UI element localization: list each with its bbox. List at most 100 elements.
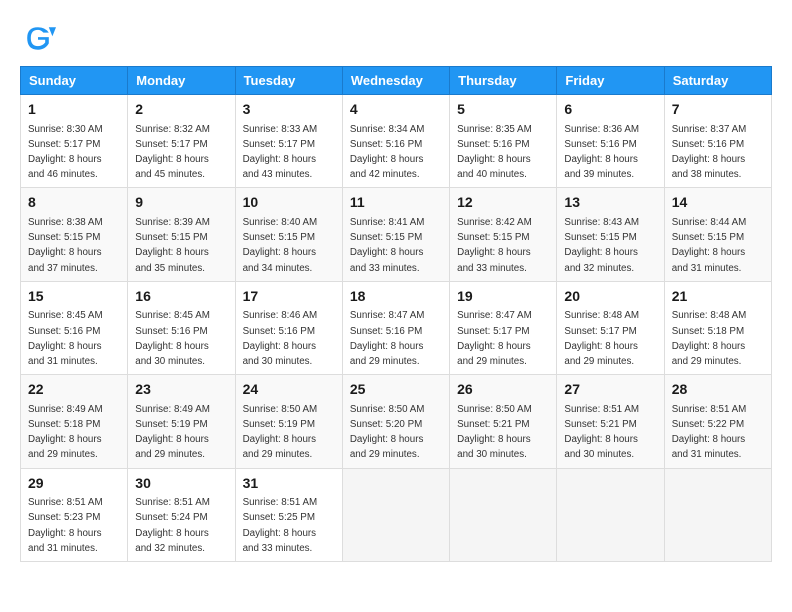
day-number: 4 bbox=[350, 100, 442, 120]
calendar-week-5: 29 Sunrise: 8:51 AMSunset: 5:23 PMDaylig… bbox=[21, 468, 772, 561]
calendar-cell: 25 Sunrise: 8:50 AMSunset: 5:20 PMDaylig… bbox=[342, 375, 449, 468]
col-header-tuesday: Tuesday bbox=[235, 67, 342, 95]
col-header-saturday: Saturday bbox=[664, 67, 771, 95]
calendar-cell: 27 Sunrise: 8:51 AMSunset: 5:21 PMDaylig… bbox=[557, 375, 664, 468]
day-info: Sunrise: 8:49 AMSunset: 5:18 PMDaylight:… bbox=[28, 404, 103, 461]
calendar-cell: 17 Sunrise: 8:46 AMSunset: 5:16 PMDaylig… bbox=[235, 281, 342, 374]
day-number: 31 bbox=[243, 474, 335, 494]
day-info: Sunrise: 8:51 AMSunset: 5:22 PMDaylight:… bbox=[672, 404, 747, 461]
day-number: 12 bbox=[457, 193, 549, 213]
calendar-cell: 5 Sunrise: 8:35 AMSunset: 5:16 PMDayligh… bbox=[450, 95, 557, 188]
day-number: 20 bbox=[564, 287, 656, 307]
day-number: 17 bbox=[243, 287, 335, 307]
day-number: 21 bbox=[672, 287, 764, 307]
calendar-cell: 24 Sunrise: 8:50 AMSunset: 5:19 PMDaylig… bbox=[235, 375, 342, 468]
calendar-cell: 19 Sunrise: 8:47 AMSunset: 5:17 PMDaylig… bbox=[450, 281, 557, 374]
day-info: Sunrise: 8:41 AMSunset: 5:15 PMDaylight:… bbox=[350, 217, 425, 274]
day-info: Sunrise: 8:40 AMSunset: 5:15 PMDaylight:… bbox=[243, 217, 318, 274]
calendar-cell: 12 Sunrise: 8:42 AMSunset: 5:15 PMDaylig… bbox=[450, 188, 557, 281]
day-info: Sunrise: 8:33 AMSunset: 5:17 PMDaylight:… bbox=[243, 124, 318, 181]
day-number: 1 bbox=[28, 100, 120, 120]
day-number: 7 bbox=[672, 100, 764, 120]
day-info: Sunrise: 8:38 AMSunset: 5:15 PMDaylight:… bbox=[28, 217, 103, 274]
day-info: Sunrise: 8:45 AMSunset: 5:16 PMDaylight:… bbox=[28, 310, 103, 367]
calendar-cell bbox=[557, 468, 664, 561]
calendar-week-4: 22 Sunrise: 8:49 AMSunset: 5:18 PMDaylig… bbox=[21, 375, 772, 468]
day-number: 5 bbox=[457, 100, 549, 120]
day-number: 23 bbox=[135, 380, 227, 400]
day-number: 25 bbox=[350, 380, 442, 400]
calendar-table: SundayMondayTuesdayWednesdayThursdayFrid… bbox=[20, 66, 772, 562]
day-number: 8 bbox=[28, 193, 120, 213]
day-info: Sunrise: 8:44 AMSunset: 5:15 PMDaylight:… bbox=[672, 217, 747, 274]
calendar-cell: 29 Sunrise: 8:51 AMSunset: 5:23 PMDaylig… bbox=[21, 468, 128, 561]
calendar-cell: 11 Sunrise: 8:41 AMSunset: 5:15 PMDaylig… bbox=[342, 188, 449, 281]
calendar-cell: 22 Sunrise: 8:49 AMSunset: 5:18 PMDaylig… bbox=[21, 375, 128, 468]
day-info: Sunrise: 8:48 AMSunset: 5:17 PMDaylight:… bbox=[564, 310, 639, 367]
calendar-cell: 26 Sunrise: 8:50 AMSunset: 5:21 PMDaylig… bbox=[450, 375, 557, 468]
day-info: Sunrise: 8:47 AMSunset: 5:16 PMDaylight:… bbox=[350, 310, 425, 367]
day-info: Sunrise: 8:51 AMSunset: 5:21 PMDaylight:… bbox=[564, 404, 639, 461]
day-info: Sunrise: 8:48 AMSunset: 5:18 PMDaylight:… bbox=[672, 310, 747, 367]
col-header-friday: Friday bbox=[557, 67, 664, 95]
day-number: 10 bbox=[243, 193, 335, 213]
calendar-cell bbox=[450, 468, 557, 561]
calendar-week-3: 15 Sunrise: 8:45 AMSunset: 5:16 PMDaylig… bbox=[21, 281, 772, 374]
day-number: 28 bbox=[672, 380, 764, 400]
day-info: Sunrise: 8:42 AMSunset: 5:15 PMDaylight:… bbox=[457, 217, 532, 274]
day-number: 26 bbox=[457, 380, 549, 400]
calendar-cell: 31 Sunrise: 8:51 AMSunset: 5:25 PMDaylig… bbox=[235, 468, 342, 561]
col-header-wednesday: Wednesday bbox=[342, 67, 449, 95]
calendar-header-row: SundayMondayTuesdayWednesdayThursdayFrid… bbox=[21, 67, 772, 95]
calendar-cell bbox=[664, 468, 771, 561]
col-header-sunday: Sunday bbox=[21, 67, 128, 95]
day-info: Sunrise: 8:50 AMSunset: 5:21 PMDaylight:… bbox=[457, 404, 532, 461]
logo bbox=[20, 20, 62, 56]
day-info: Sunrise: 8:34 AMSunset: 5:16 PMDaylight:… bbox=[350, 124, 425, 181]
calendar-cell: 30 Sunrise: 8:51 AMSunset: 5:24 PMDaylig… bbox=[128, 468, 235, 561]
day-info: Sunrise: 8:51 AMSunset: 5:23 PMDaylight:… bbox=[28, 497, 103, 554]
day-info: Sunrise: 8:47 AMSunset: 5:17 PMDaylight:… bbox=[457, 310, 532, 367]
day-info: Sunrise: 8:50 AMSunset: 5:20 PMDaylight:… bbox=[350, 404, 425, 461]
calendar-cell: 23 Sunrise: 8:49 AMSunset: 5:19 PMDaylig… bbox=[128, 375, 235, 468]
day-info: Sunrise: 8:35 AMSunset: 5:16 PMDaylight:… bbox=[457, 124, 532, 181]
calendar-cell: 16 Sunrise: 8:45 AMSunset: 5:16 PMDaylig… bbox=[128, 281, 235, 374]
calendar-cell bbox=[342, 468, 449, 561]
calendar-week-2: 8 Sunrise: 8:38 AMSunset: 5:15 PMDayligh… bbox=[21, 188, 772, 281]
day-info: Sunrise: 8:32 AMSunset: 5:17 PMDaylight:… bbox=[135, 124, 210, 181]
day-info: Sunrise: 8:36 AMSunset: 5:16 PMDaylight:… bbox=[564, 124, 639, 181]
calendar-cell: 13 Sunrise: 8:43 AMSunset: 5:15 PMDaylig… bbox=[557, 188, 664, 281]
day-info: Sunrise: 8:39 AMSunset: 5:15 PMDaylight:… bbox=[135, 217, 210, 274]
day-number: 29 bbox=[28, 474, 120, 494]
calendar-cell: 4 Sunrise: 8:34 AMSunset: 5:16 PMDayligh… bbox=[342, 95, 449, 188]
day-number: 11 bbox=[350, 193, 442, 213]
day-number: 3 bbox=[243, 100, 335, 120]
calendar-cell: 1 Sunrise: 8:30 AMSunset: 5:17 PMDayligh… bbox=[21, 95, 128, 188]
day-number: 22 bbox=[28, 380, 120, 400]
calendar-cell: 2 Sunrise: 8:32 AMSunset: 5:17 PMDayligh… bbox=[128, 95, 235, 188]
calendar-cell: 28 Sunrise: 8:51 AMSunset: 5:22 PMDaylig… bbox=[664, 375, 771, 468]
calendar-week-1: 1 Sunrise: 8:30 AMSunset: 5:17 PMDayligh… bbox=[21, 95, 772, 188]
day-number: 2 bbox=[135, 100, 227, 120]
calendar-cell: 20 Sunrise: 8:48 AMSunset: 5:17 PMDaylig… bbox=[557, 281, 664, 374]
day-info: Sunrise: 8:45 AMSunset: 5:16 PMDaylight:… bbox=[135, 310, 210, 367]
day-number: 30 bbox=[135, 474, 227, 494]
day-info: Sunrise: 8:30 AMSunset: 5:17 PMDaylight:… bbox=[28, 124, 103, 181]
day-number: 13 bbox=[564, 193, 656, 213]
calendar-cell: 7 Sunrise: 8:37 AMSunset: 5:16 PMDayligh… bbox=[664, 95, 771, 188]
calendar-cell: 10 Sunrise: 8:40 AMSunset: 5:15 PMDaylig… bbox=[235, 188, 342, 281]
calendar-cell: 3 Sunrise: 8:33 AMSunset: 5:17 PMDayligh… bbox=[235, 95, 342, 188]
day-info: Sunrise: 8:49 AMSunset: 5:19 PMDaylight:… bbox=[135, 404, 210, 461]
calendar-cell: 15 Sunrise: 8:45 AMSunset: 5:16 PMDaylig… bbox=[21, 281, 128, 374]
calendar-cell: 14 Sunrise: 8:44 AMSunset: 5:15 PMDaylig… bbox=[664, 188, 771, 281]
day-number: 16 bbox=[135, 287, 227, 307]
day-info: Sunrise: 8:46 AMSunset: 5:16 PMDaylight:… bbox=[243, 310, 318, 367]
col-header-thursday: Thursday bbox=[450, 67, 557, 95]
day-number: 19 bbox=[457, 287, 549, 307]
page-header bbox=[20, 20, 772, 56]
calendar-cell: 9 Sunrise: 8:39 AMSunset: 5:15 PMDayligh… bbox=[128, 188, 235, 281]
calendar-cell: 8 Sunrise: 8:38 AMSunset: 5:15 PMDayligh… bbox=[21, 188, 128, 281]
day-number: 24 bbox=[243, 380, 335, 400]
day-number: 9 bbox=[135, 193, 227, 213]
day-info: Sunrise: 8:51 AMSunset: 5:24 PMDaylight:… bbox=[135, 497, 210, 554]
